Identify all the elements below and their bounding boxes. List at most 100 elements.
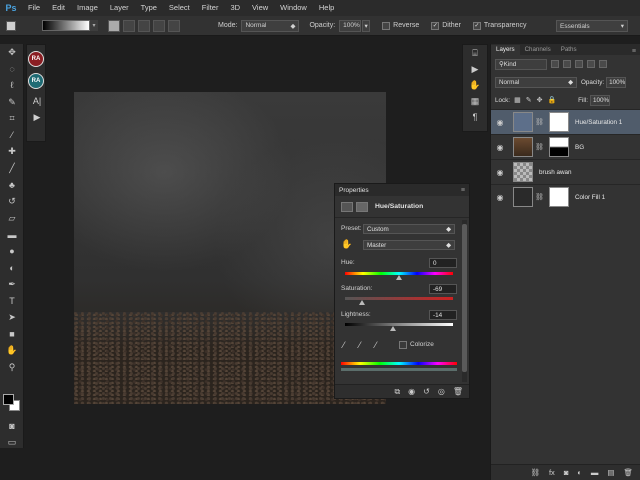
- new-group-icon[interactable]: ▬: [591, 468, 599, 477]
- eyedropper-minus-icon[interactable]: ⁄: [375, 340, 377, 350]
- menu-image[interactable]: Image: [71, 0, 104, 16]
- channel-select[interactable]: Master ◆: [363, 240, 455, 250]
- clone-stamp-tool-icon[interactable]: ♣: [0, 177, 24, 194]
- layer-row-color-fill[interactable]: ◉ ⛓ Color Fill 1: [491, 184, 640, 209]
- saturation-field[interactable]: -69: [429, 284, 457, 294]
- dither-checkbox[interactable]: ✓: [431, 21, 440, 30]
- history-brush-tool-icon[interactable]: ↺: [0, 193, 24, 210]
- layer-row-hue-saturation[interactable]: ◉ ⛓ Hue/Saturation 1: [491, 109, 640, 134]
- visibility-eye-icon[interactable]: ◉: [493, 193, 507, 202]
- menu-edit[interactable]: Edit: [46, 0, 71, 16]
- menu-type[interactable]: Type: [135, 0, 163, 16]
- reset-icon[interactable]: ↺: [423, 387, 430, 396]
- move-tool-icon[interactable]: ✥: [0, 44, 24, 61]
- layer-mask-thumbnail[interactable]: [549, 137, 569, 157]
- workspace-select[interactable]: Essentials ▾: [556, 20, 628, 32]
- menu-layer[interactable]: Layer: [104, 0, 135, 16]
- lightness-field[interactable]: -14: [429, 310, 457, 320]
- menu-select[interactable]: Select: [163, 0, 196, 16]
- lock-transparency-icon[interactable]: ▦: [514, 96, 521, 104]
- brush-presets-icon[interactable]: ✋: [463, 77, 487, 93]
- character-panel-icon[interactable]: A|: [27, 93, 47, 109]
- filter-shape-icon[interactable]: [587, 60, 595, 68]
- action-button-ra-teal[interactable]: RA: [28, 73, 44, 89]
- mask-icon[interactable]: [356, 201, 368, 212]
- saturation-slider-knob[interactable]: [359, 300, 365, 305]
- properties-scrollbar[interactable]: [462, 220, 467, 382]
- eyedropper-plus-icon[interactable]: ⁄: [359, 340, 361, 350]
- properties-tab[interactable]: Properties: [335, 184, 469, 196]
- dodge-tool-icon[interactable]: ◐: [0, 260, 24, 277]
- screen-mode-icon[interactable]: ▭: [0, 434, 24, 451]
- hue-slider[interactable]: [345, 272, 453, 280]
- history-icon[interactable]: ⌸: [463, 45, 487, 61]
- menu-view[interactable]: View: [246, 0, 274, 16]
- panel-menu-icon[interactable]: ≡: [632, 48, 636, 55]
- lightness-slider[interactable]: [345, 323, 453, 331]
- zoom-tool-icon[interactable]: ⚲: [0, 359, 24, 376]
- colorize-checkbox[interactable]: [399, 341, 407, 349]
- clip-to-layer-icon[interactable]: ⧉: [394, 387, 400, 397]
- hue-slider-knob[interactable]: [396, 275, 402, 280]
- hue-field[interactable]: 0: [429, 258, 457, 268]
- hand-tool-icon[interactable]: ✋: [0, 343, 24, 360]
- visibility-eye-icon[interactable]: ◎: [438, 387, 445, 396]
- brush-tool-icon[interactable]: ╱: [0, 160, 24, 177]
- menu-filter[interactable]: Filter: [196, 0, 225, 16]
- layer-row-bg[interactable]: ◉ ⛓ BG: [491, 134, 640, 159]
- foreground-color-swatch[interactable]: [3, 394, 14, 405]
- tab-layers[interactable]: Layers: [491, 45, 520, 55]
- adjustment-icon[interactable]: [341, 201, 353, 212]
- clone-source-icon[interactable]: ▦: [463, 93, 487, 109]
- gradient-tool-icon[interactable]: ▬: [0, 227, 24, 244]
- trash-icon[interactable]: 🗑: [623, 468, 633, 477]
- visibility-eye-icon[interactable]: ◉: [493, 168, 507, 177]
- filter-pixel-icon[interactable]: [551, 60, 559, 68]
- reverse-checkbox[interactable]: [382, 21, 391, 30]
- radial-gradient-button[interactable]: [123, 19, 135, 32]
- gradient-picker[interactable]: [42, 20, 90, 31]
- menu-window[interactable]: Window: [274, 0, 313, 16]
- blend-mode-select[interactable]: Normal ◆: [495, 76, 577, 88]
- pen-tool-icon[interactable]: ✒: [0, 276, 24, 293]
- trash-icon[interactable]: 🗑: [453, 387, 463, 396]
- saturation-slider[interactable]: [345, 297, 453, 305]
- diamond-gradient-button[interactable]: [168, 19, 180, 32]
- transparency-checkbox[interactable]: ✓: [472, 21, 481, 30]
- eraser-tool-icon[interactable]: ▱: [0, 210, 24, 227]
- angle-gradient-button[interactable]: [138, 19, 150, 32]
- reflected-gradient-button[interactable]: [153, 19, 165, 32]
- visibility-eye-icon[interactable]: ◉: [493, 118, 507, 127]
- lock-all-icon[interactable]: 🔒: [547, 96, 556, 104]
- shape-tool-icon[interactable]: ■: [0, 326, 24, 343]
- action-button-ra-red[interactable]: RA: [28, 51, 44, 67]
- menu-3d[interactable]: 3D: [224, 0, 246, 16]
- opacity-dropdown[interactable]: ▾: [362, 19, 371, 32]
- paragraph-icon[interactable]: ¶: [463, 109, 487, 125]
- add-mask-icon[interactable]: ◙: [564, 468, 569, 477]
- new-layer-icon[interactable]: ▤: [607, 468, 614, 477]
- mode-select[interactable]: Normal ◆: [241, 19, 300, 32]
- color-swatches[interactable]: [3, 394, 21, 412]
- marquee-tool-icon[interactable]: ◌: [0, 61, 24, 78]
- preset-select[interactable]: Custom ◆: [363, 224, 455, 234]
- layer-filter-select[interactable]: ⚲ Kind: [495, 58, 547, 70]
- eyedropper-icon[interactable]: ⁄: [343, 340, 345, 350]
- targeted-adjustment-hand-icon[interactable]: ✋: [341, 239, 352, 250]
- filter-type-icon[interactable]: [575, 60, 583, 68]
- panel-menu-icon[interactable]: ≡: [461, 187, 465, 194]
- layer-mask-thumbnail[interactable]: [549, 187, 569, 207]
- crop-tool-icon[interactable]: ⌗: [0, 110, 24, 127]
- eyedropper-tool-icon[interactable]: ⁄: [0, 127, 24, 144]
- tool-preset-picker[interactable]: [6, 19, 32, 33]
- new-adjustment-icon[interactable]: ◐: [577, 468, 582, 477]
- healing-brush-tool-icon[interactable]: ✚: [0, 144, 24, 161]
- opacity-field[interactable]: 100%: [339, 19, 362, 32]
- scrollbar-thumb[interactable]: [462, 224, 467, 372]
- play-icon[interactable]: ▶: [27, 109, 47, 125]
- layer-opacity-field[interactable]: 100%: [606, 76, 627, 88]
- chevron-down-icon[interactable]: ▾: [90, 20, 98, 31]
- visibility-eye-icon[interactable]: ◉: [493, 143, 507, 152]
- layer-mask-thumbnail[interactable]: [549, 112, 569, 132]
- tab-channels[interactable]: Channels: [520, 45, 556, 55]
